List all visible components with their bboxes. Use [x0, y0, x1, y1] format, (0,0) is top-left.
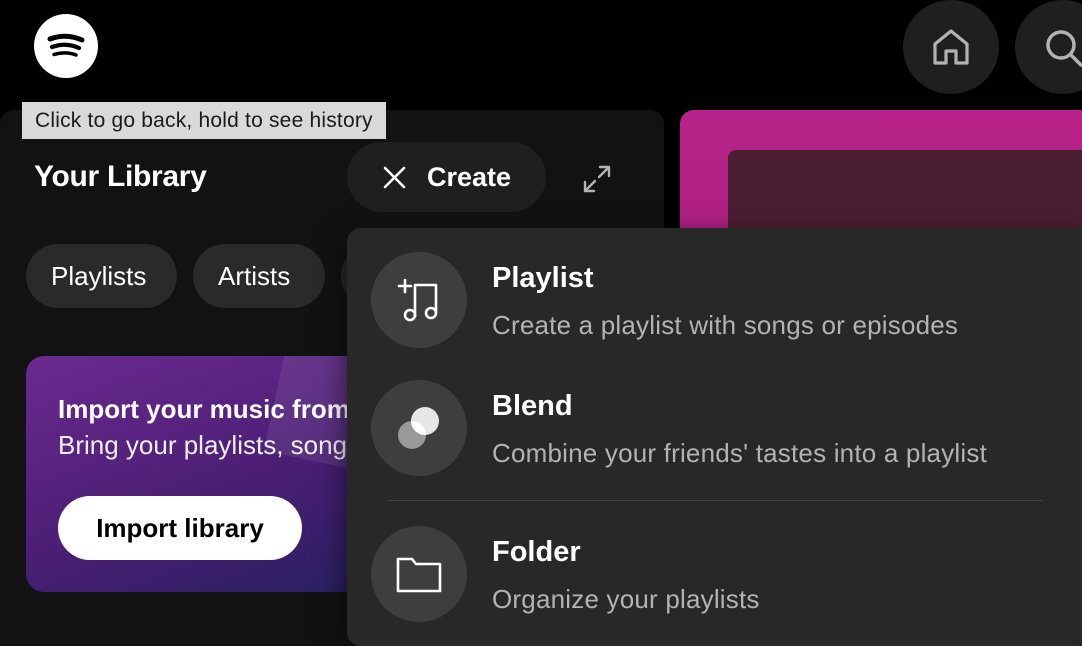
create-menu-item-blend[interactable]: Blend Combine your friends' tastes into …: [371, 380, 1071, 480]
add-music-note-icon: [397, 278, 438, 322]
search-button[interactable]: [1015, 0, 1082, 94]
filter-chip-playlists[interactable]: Playlists: [26, 244, 177, 308]
create-button[interactable]: Create: [347, 142, 546, 212]
create-label: Create: [427, 161, 512, 192]
home-button[interactable]: [903, 0, 999, 94]
create-menu-item-playlist[interactable]: Playlist Create a playlist with songs or…: [371, 252, 1071, 352]
filter-chip-artists[interactable]: Artists: [193, 244, 325, 308]
folder-option-description: Organize your playlists: [492, 584, 760, 614]
create-menu-item-folder[interactable]: Folder Organize your playlists: [371, 526, 1071, 626]
import-library-button[interactable]: Import library: [58, 496, 302, 560]
spotify-logo[interactable]: [34, 14, 98, 78]
playlist-icon-circle: [371, 252, 467, 348]
import-card-title: Import your music from: [58, 394, 350, 424]
blend-circles-icon: [398, 407, 439, 449]
folder-option-title: Folder: [492, 536, 581, 568]
spotify-logo-icon: [47, 33, 85, 57]
blend-icon-circle: [371, 380, 467, 476]
back-button-tooltip: Click to go back, hold to see history: [22, 102, 386, 139]
create-menu: Playlist Create a playlist with songs or…: [347, 228, 1082, 646]
blend-option-title: Blend: [492, 390, 573, 422]
folder-icon: [396, 557, 442, 593]
menu-divider: [387, 500, 1042, 501]
expand-arrows-icon: [583, 165, 611, 193]
home-icon: [933, 29, 969, 65]
playlist-option-title: Playlist: [492, 262, 594, 294]
playlist-option-description: Create a playlist with songs or episodes: [492, 310, 959, 340]
close-icon: [383, 166, 406, 188]
import-card-subtitle: Bring your playlists, songs: [58, 430, 361, 460]
search-icon: [1046, 30, 1082, 67]
blend-option-description: Combine your friends' tastes into a play…: [492, 438, 987, 468]
library-title[interactable]: Your Library: [34, 160, 207, 194]
expand-library-button[interactable]: [576, 158, 618, 200]
folder-icon-circle: [371, 526, 467, 622]
